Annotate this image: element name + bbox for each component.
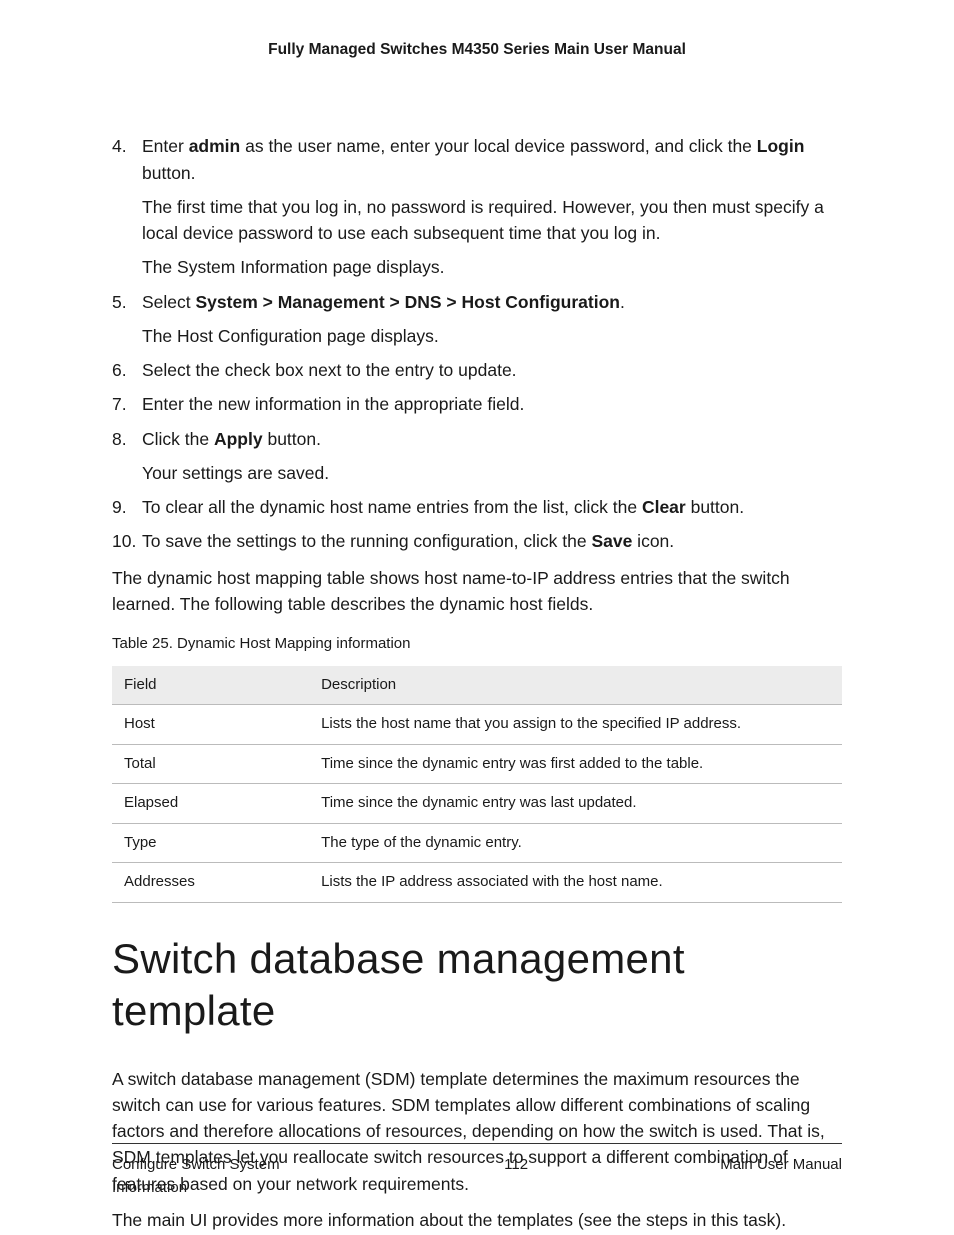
table-cell-description: Time since the dynamic entry was last up…	[309, 784, 842, 824]
step-detail: Your settings are saved.	[142, 460, 842, 486]
section-heading: Switch database management template	[112, 933, 842, 1038]
table-cell-description: Lists the IP address associated with the…	[309, 863, 842, 903]
table-row: Elapsed Time since the dynamic entry was…	[112, 784, 842, 824]
table-header-row: Field Description	[112, 666, 842, 705]
step-text: icon.	[632, 531, 674, 551]
numbered-steps: Enter admin as the user name, enter your…	[112, 133, 842, 554]
bold-apply: Apply	[214, 429, 263, 449]
footer-right: Main User Manual	[720, 1154, 842, 1199]
step-5: Select System > Management > DNS > Host …	[112, 289, 842, 350]
table-cell-field: Addresses	[112, 863, 309, 903]
step-text: To clear all the dynamic host name entri…	[142, 497, 642, 517]
step-detail: The first time that you log in, no passw…	[142, 194, 842, 247]
table-row: Type The type of the dynamic entry.	[112, 823, 842, 863]
table-cell-field: Type	[112, 823, 309, 863]
table-cell-description: The type of the dynamic entry.	[309, 823, 842, 863]
table-cell-field: Host	[112, 705, 309, 745]
footer-left: Configure Switch System Information	[112, 1154, 312, 1199]
table-caption: Table 25. Dynamic Host Mapping informati…	[112, 633, 842, 656]
step-detail: The System Information page displays.	[142, 254, 842, 280]
table-cell-field: Elapsed	[112, 784, 309, 824]
step-text: To save the settings to the running conf…	[142, 531, 591, 551]
page-footer: Configure Switch System Information 112 …	[112, 1143, 842, 1199]
step-text: button.	[263, 429, 321, 449]
footer-page-number: 112	[504, 1154, 528, 1199]
step-7: Enter the new information in the appropr…	[112, 391, 842, 417]
step-text: button.	[686, 497, 744, 517]
table-header-description: Description	[309, 666, 842, 705]
step-detail: The Host Configuration page displays.	[142, 323, 842, 349]
bold-clear: Clear	[642, 497, 686, 517]
bold-save: Save	[591, 531, 632, 551]
document-header: Fully Managed Switches M4350 Series Main…	[112, 38, 842, 61]
bold-admin: admin	[189, 136, 241, 156]
step-text: Select the check box next to the entry t…	[142, 360, 517, 380]
paragraph: The main UI provides more information ab…	[112, 1207, 842, 1233]
table-row: Addresses Lists the IP address associate…	[112, 863, 842, 903]
step-6: Select the check box next to the entry t…	[112, 357, 842, 383]
step-text: Click the	[142, 429, 214, 449]
paragraph: The dynamic host mapping table shows hos…	[112, 565, 842, 618]
step-text: button.	[142, 163, 196, 183]
table-row: Total Time since the dynamic entry was f…	[112, 744, 842, 784]
table-cell-description: Lists the host name that you assign to t…	[309, 705, 842, 745]
bold-menu-path: System > Management > DNS > Host Configu…	[196, 292, 620, 312]
table-row: Host Lists the host name that you assign…	[112, 705, 842, 745]
step-4: Enter admin as the user name, enter your…	[112, 133, 842, 280]
table-header-field: Field	[112, 666, 309, 705]
table-cell-field: Total	[112, 744, 309, 784]
step-8: Click the Apply button. Your settings ar…	[112, 426, 842, 487]
bold-login: Login	[757, 136, 805, 156]
step-text: Enter	[142, 136, 189, 156]
step-9: To clear all the dynamic host name entri…	[112, 494, 842, 520]
step-text: as the user name, enter your local devic…	[240, 136, 757, 156]
step-10: To save the settings to the running conf…	[112, 528, 842, 554]
step-text: Enter the new information in the appropr…	[142, 394, 524, 414]
step-text: .	[620, 292, 625, 312]
step-text: Select	[142, 292, 196, 312]
dynamic-host-table: Field Description Host Lists the host na…	[112, 666, 842, 903]
page-content: Enter admin as the user name, enter your…	[112, 133, 842, 1233]
table-cell-description: Time since the dynamic entry was first a…	[309, 744, 842, 784]
